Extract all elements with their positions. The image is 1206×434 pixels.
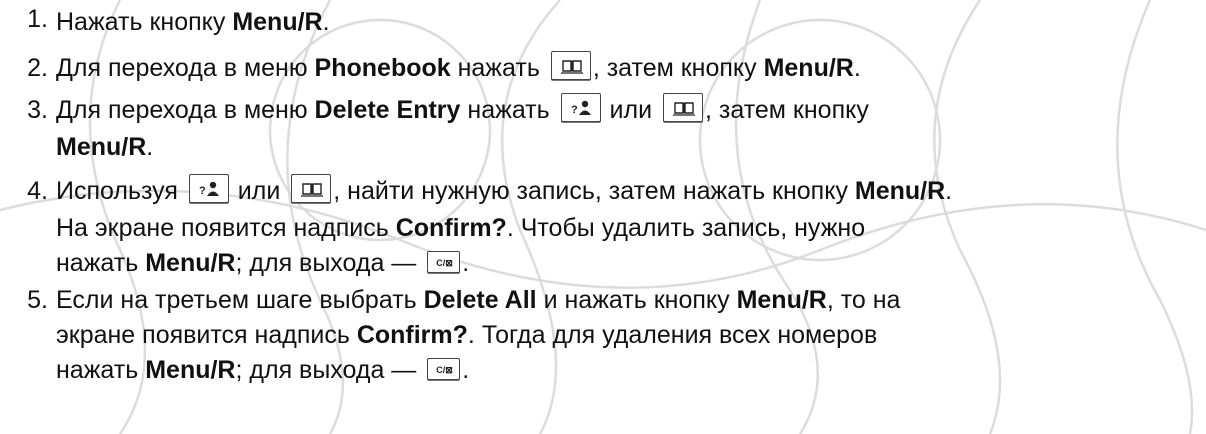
confirm-prompt-text: Confirm?	[395, 214, 507, 242]
text-line: экране появится надпись Confirm?. Тогда …	[56, 321, 878, 349]
list-item: 3. Для перехода в меню Delete Entry нажа…	[0, 90, 1200, 165]
step-number: 5.	[27, 286, 48, 314]
list-item: 4. Используя ? или , найти нужную запись…	[0, 171, 1200, 281]
confirm-prompt-text: Confirm?	[356, 321, 468, 349]
instruction-list: 1. Нажать кнопку Menu/R. 2. Для перехода…	[0, 5, 1200, 388]
text-line: Для перехода в меню Delete Entry нажать …	[56, 90, 1200, 130]
list-item: 5. Если на третьем шаге выбрать Delete A…	[0, 283, 1200, 388]
step-text: Используя ? или , найти нужную запись, з…	[56, 171, 1200, 281]
phonebook-book-icon	[663, 93, 704, 122]
text-line: нажать Menu/R; для выхода — C/⊠.	[56, 356, 470, 384]
step-text: Нажать кнопку Menu/R.	[56, 5, 1200, 40]
step-number: 1.	[27, 5, 48, 33]
redial-person-icon: ?	[560, 93, 601, 122]
phonebook-menu-name: Phonebook	[314, 54, 451, 82]
text-line: Для перехода в меню Phonebook нажать , з…	[56, 48, 1200, 88]
list-item: 1. Нажать кнопку Menu/R.	[0, 5, 1200, 40]
redial-person-icon: ?	[188, 174, 229, 203]
svg-text:?: ?	[571, 104, 578, 116]
text-line: На экране появится надпись Confirm?. Что…	[56, 214, 866, 242]
menu-r-key-name: Menu/R	[763, 54, 854, 82]
step-text: Для перехода в меню Delete Entry нажать …	[56, 90, 1200, 165]
phonebook-book-icon	[550, 51, 591, 80]
list-item: 2. Для перехода в меню Phonebook нажать …	[0, 48, 1200, 88]
step-number: 3.	[27, 96, 48, 124]
delete-entry-menu-name: Delete Entry	[314, 96, 461, 124]
menu-r-key-name: Menu/R	[145, 249, 236, 277]
clear-key-icon: C/⊠	[427, 358, 461, 380]
menu-r-key-name: Menu/R	[145, 356, 236, 384]
delete-all-menu-name: Delete All	[423, 286, 537, 314]
text-line: нажать Menu/R; для выхода — C/⊠.	[56, 249, 470, 277]
svg-text:C/⊠: C/⊠	[436, 258, 453, 268]
phonebook-book-icon	[291, 174, 332, 203]
step-text: Для перехода в меню Phonebook нажать , з…	[56, 48, 1200, 88]
text-line: Нажать кнопку Menu/R.	[56, 8, 330, 36]
menu-r-key-name: Menu/R	[56, 133, 147, 161]
step-text: Если на третьем шаге выбрать Delete All …	[56, 283, 1200, 388]
text-line: Если на третьем шаге выбрать Delete All …	[56, 286, 901, 314]
svg-text:?: ?	[199, 185, 206, 197]
menu-r-key-name: Menu/R	[736, 286, 827, 314]
step-number: 4.	[27, 177, 48, 205]
step-number: 2.	[27, 54, 48, 82]
text-line: Menu/R.	[56, 133, 154, 161]
svg-text:C/⊠: C/⊠	[436, 365, 453, 375]
menu-r-key-name: Menu/R	[854, 177, 946, 205]
clear-key-icon: C/⊠	[427, 251, 461, 273]
text-line: Используя ? или , найти нужную запись, з…	[56, 171, 1200, 211]
menu-r-key-name: Menu/R	[232, 8, 323, 36]
